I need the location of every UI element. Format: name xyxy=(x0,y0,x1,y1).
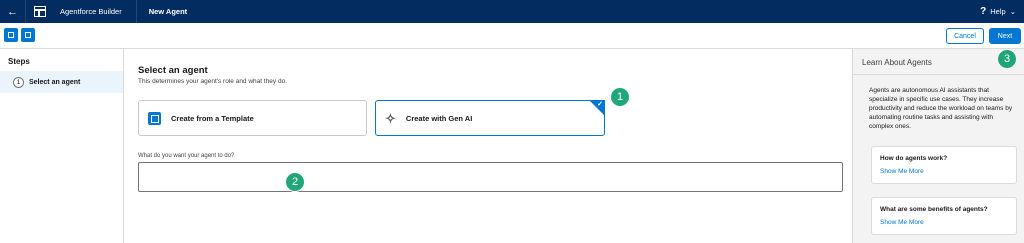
toggle-right-panel-button[interactable] xyxy=(21,28,35,42)
checkmark-icon: ✓ xyxy=(597,101,603,108)
section-title: Select an agent xyxy=(138,65,208,76)
section-subtitle: This determines your agent's role and wh… xyxy=(138,78,288,85)
help-menu[interactable]: ? Help ⌄ xyxy=(980,0,1016,23)
step-number: 1 xyxy=(13,76,24,88)
toolbar: Cancel Next xyxy=(0,23,1024,49)
prompt-label: What do you want your agent to do? xyxy=(138,153,235,159)
sparkle-icon: ✧ xyxy=(385,110,396,126)
show-me-more-link[interactable]: Show Me More xyxy=(880,168,1016,175)
annotation-badge-1: 1 xyxy=(610,87,630,107)
back-arrow-icon[interactable]: ← xyxy=(0,0,26,23)
card-label: Create with Gen AI xyxy=(405,113,473,123)
faq-card: What are some benefits of agents? Show M… xyxy=(871,197,1017,235)
toggle-left-panel-button[interactable] xyxy=(4,28,18,42)
annotation-badge-3: 3 xyxy=(997,49,1017,69)
global-header: ← Agentforce Builder New Agent ? Help ⌄ xyxy=(0,0,1024,23)
page-title: New Agent xyxy=(148,7,188,16)
faq-question: What are some benefits of agents? xyxy=(880,206,988,213)
template-icon xyxy=(148,111,161,125)
faq-question: How do agents work? xyxy=(880,155,948,162)
create-from-template-card[interactable]: Create from a Template xyxy=(138,100,367,136)
help-icon: ? xyxy=(980,6,987,17)
learn-panel: Learn About Agents Agents are autonomous… xyxy=(852,49,1024,243)
steps-header: Steps xyxy=(8,57,30,66)
agent-purpose-input[interactable] xyxy=(138,162,843,192)
show-me-more-link[interactable]: Show Me More xyxy=(880,219,1016,226)
help-label: Help xyxy=(990,7,1006,16)
step-item-select-agent[interactable]: 1 Select an agent xyxy=(0,71,123,93)
faq-card: How do agents work? Show Me More xyxy=(871,146,1017,184)
card-label: Create from a Template xyxy=(171,113,254,123)
chevron-down-icon: ⌄ xyxy=(1009,7,1016,16)
app-launcher-icon xyxy=(34,6,46,17)
next-button[interactable]: Next xyxy=(989,28,1021,44)
annotation-badge-2: 2 xyxy=(285,172,305,192)
create-with-gen-ai-card[interactable]: ✧ Create with Gen AI ✓ xyxy=(375,100,605,136)
steps-sidebar: Steps 1 Select an agent xyxy=(0,49,124,243)
cancel-button[interactable]: Cancel xyxy=(946,28,984,44)
app-name: Agentforce Builder xyxy=(60,0,137,23)
main-content: Select an agent This determines your age… xyxy=(124,49,852,243)
step-label: Select an agent xyxy=(29,78,81,86)
